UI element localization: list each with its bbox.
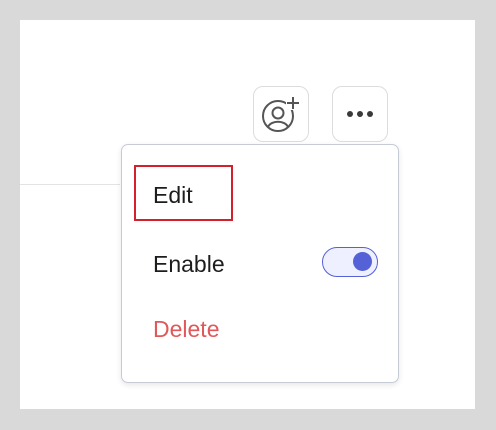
add-user-button[interactable]	[253, 86, 309, 142]
ellipsis-icon	[347, 111, 373, 117]
page-canvas: Edit Enable Delete	[20, 20, 475, 409]
menu-item-edit[interactable]: Edit	[153, 182, 193, 209]
menu-item-enable[interactable]: Enable	[153, 251, 225, 278]
user-add-icon	[262, 96, 300, 132]
actions-menu: Edit Enable Delete	[121, 144, 399, 383]
divider	[20, 184, 120, 185]
menu-item-delete[interactable]: Delete	[153, 316, 219, 343]
toggle-knob	[353, 252, 372, 271]
more-options-button[interactable]	[332, 86, 388, 142]
enable-toggle[interactable]	[322, 247, 378, 277]
